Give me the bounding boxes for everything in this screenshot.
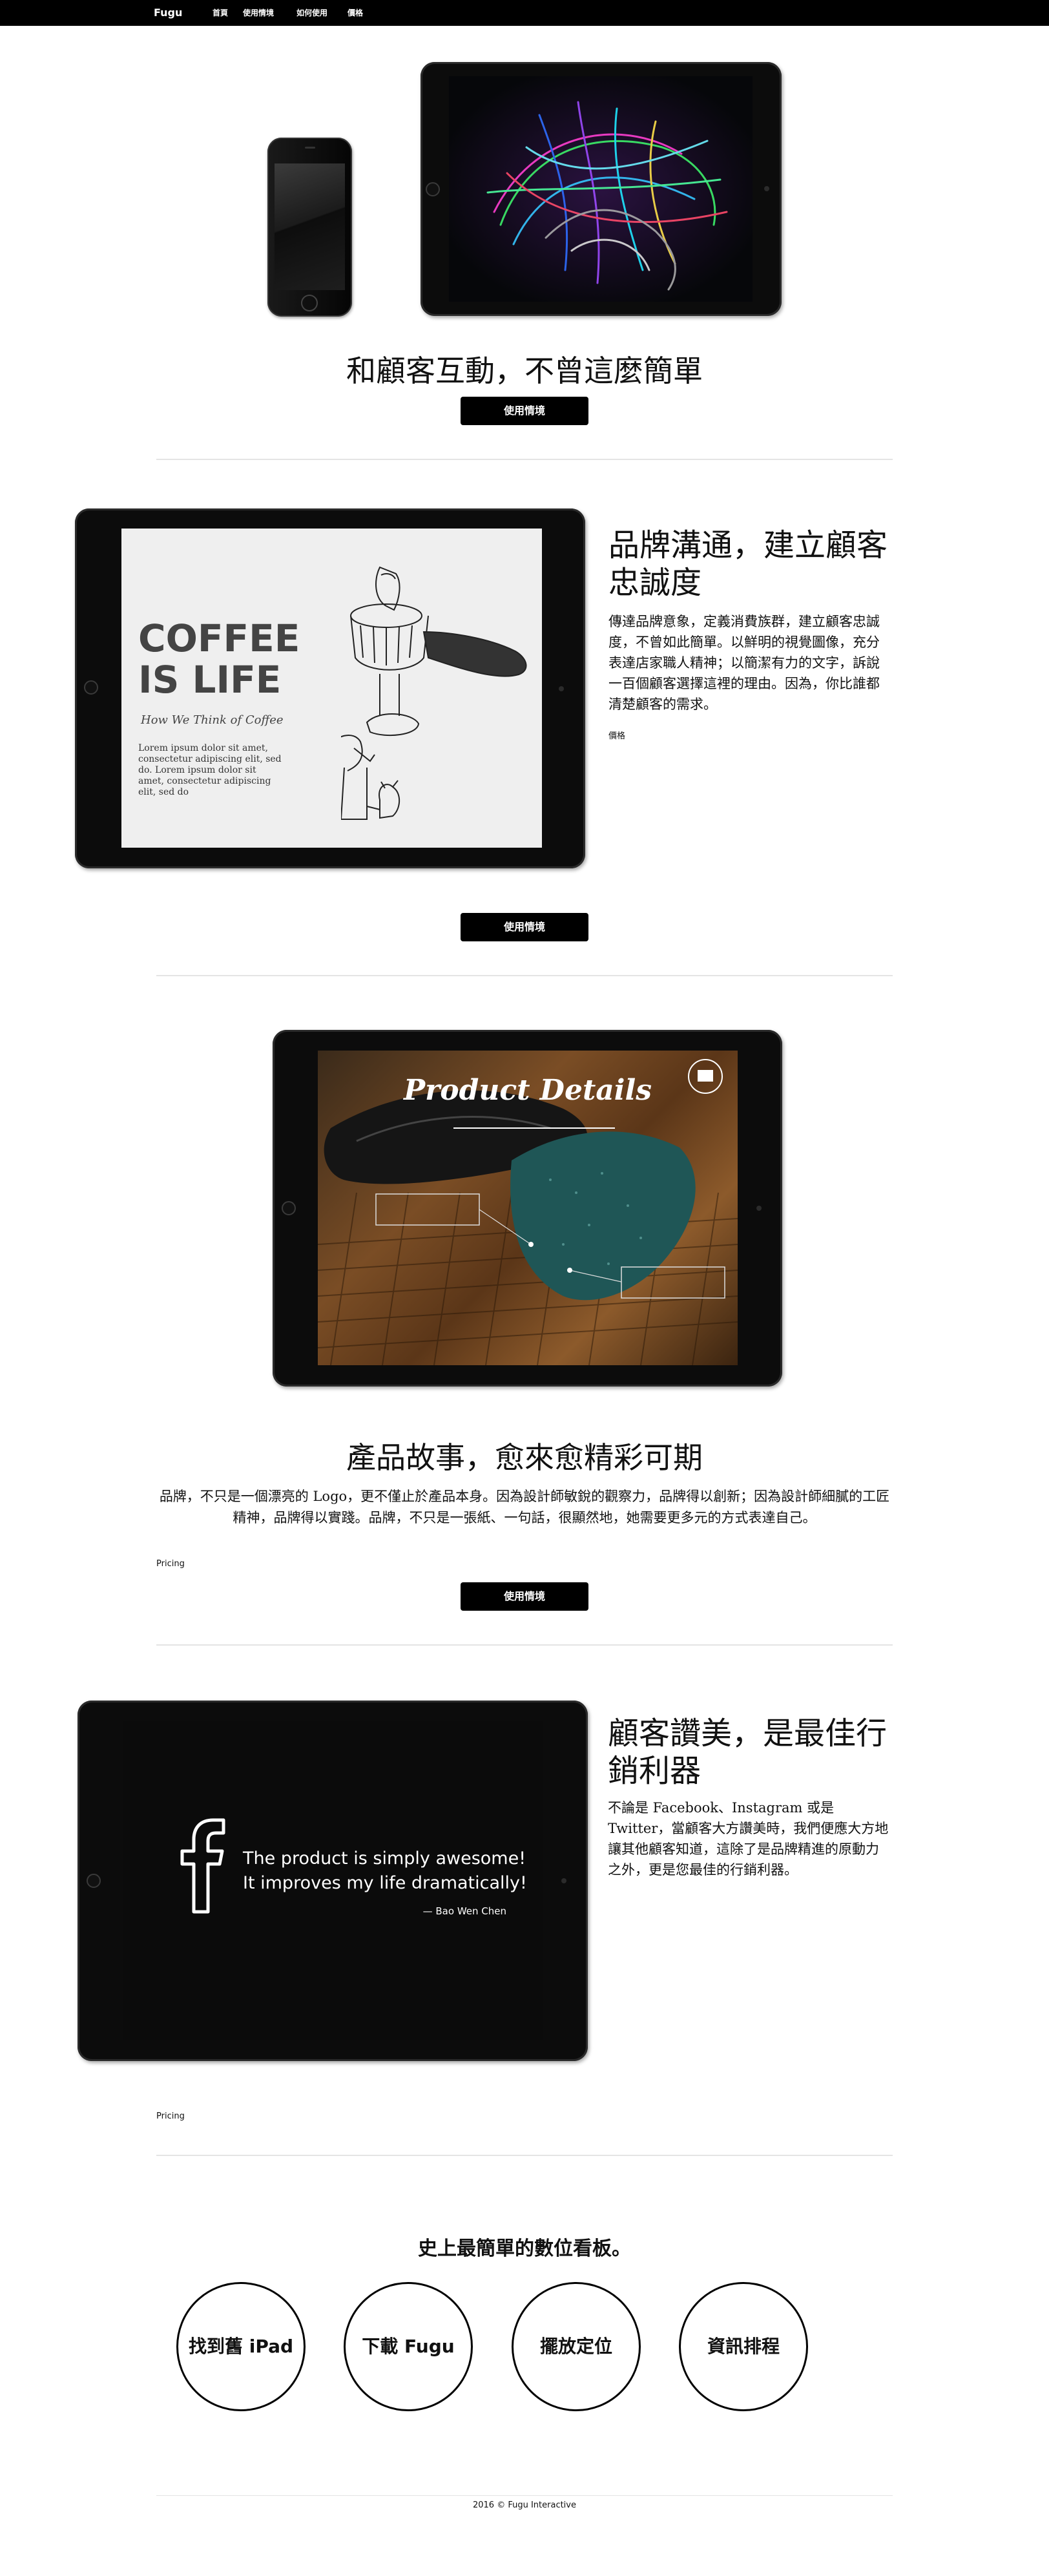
step-label: 找到舊 iPad [188,2336,294,2357]
facebook-icon [180,1818,225,1914]
step-place-position[interactable]: 擺放定位 [512,2282,641,2411]
ipad-camera [561,1878,566,1883]
step-label: 資訊排程 [707,2336,780,2357]
section-divider [156,459,893,460]
footer-text: 2016 © Fugu Interactive [472,2500,576,2510]
quote-line1: The product is simply awesome! [243,1848,526,1869]
step-label: 擺放定位 [539,2336,612,2357]
coffee-title-line1: COFFEE [138,616,300,660]
step-schedule-info[interactable]: 資訊排程 [679,2282,808,2411]
product-ipad: Product Details [273,1030,782,1387]
hero-ipad [421,62,782,316]
quote-author: — Bao Wen Chen [422,1905,506,1917]
step-find-ipad[interactable]: 找到舊 iPad [176,2282,306,2411]
espresso-illustration [341,566,527,820]
footer-divider [156,2495,893,2496]
hero-ipad-screen [449,76,753,302]
brand-scenario-button[interactable]: 使用情境 [461,913,588,941]
nav-link-pricing[interactable]: 價格 [348,7,363,18]
hero-title: 和顧客互動，不曾這麼簡單 [346,353,703,388]
praise-ipad-screen: The product is simply awesome! It improv… [123,1721,543,2040]
ipad-home-button [426,182,440,196]
coffee-subtitle: How We Think of Coffee [141,713,284,727]
section-divider [156,1644,893,1646]
quote-line2: It improves my life dramatically! [243,1873,527,1893]
praise-ipad: The product is simply awesome! It improv… [78,1701,588,2061]
brand-pricing-link[interactable]: 價格 [608,729,625,741]
brain-fiber-art [449,76,753,302]
product-pricing-link[interactable]: Pricing [156,1559,185,1569]
brand-heading: 品牌溝通，建立顧客忠誠度 [608,527,888,601]
steps-heading: 史上最簡單的數位看板。 [418,2237,631,2260]
step-download-fugu[interactable]: 下載 Fugu [344,2282,473,2411]
nav-link-scenarios[interactable]: 使用情境 [243,7,274,18]
hero-iphone [267,138,352,317]
praise-pricing-link[interactable]: Pricing [156,2111,185,2121]
hero-scenario-button[interactable]: 使用情境 [461,397,588,425]
top-nav: Fugu 首頁 使用情境 如何使用 價格 [0,0,1049,26]
ipad-home-button [282,1201,296,1215]
ipad-camera [764,186,769,191]
product-details-title: Product Details [404,1074,652,1107]
praise-heading: 顧客讚美，是最佳行銷利器 [608,1715,888,1789]
product-scenario-button[interactable]: 使用情境 [461,1582,588,1611]
ipad-home-button [84,680,98,695]
phone-screen [275,163,345,290]
praise-body: 不論是 Facebook、Instagram 或是 Twitter，當顧客大方讚… [608,1800,889,1878]
phone-speaker [305,147,315,149]
coffee-ipad: COFFEE IS LIFE How We Think of Coffee Lo… [75,508,585,868]
brand-logo[interactable]: Fugu [154,6,182,19]
section-divider [156,2155,893,2156]
step-label: 下載 Fugu [362,2336,455,2357]
product-ipad-screen: Product Details [318,1051,738,1365]
coffee-lorem: Lorem ipsum dolor sit amet, consectetur … [138,743,282,797]
ipad-camera [756,1206,762,1211]
nav-link-how-to[interactable]: 如何使用 [296,7,327,18]
ipad-home-button [87,1874,101,1888]
product-heading: 產品故事，愈來愈精彩可期 [346,1440,703,1475]
nav-link-home[interactable]: 首頁 [213,7,228,18]
phone-home-button [301,295,318,311]
coffee-title-line2: IS LIFE [138,658,282,702]
brand-body: 傳達品牌意象，定義消費族群，建立顧客忠誠度，不曾如此簡單。以鮮明的視覺圖像，充分… [608,614,880,712]
coffee-ipad-screen: COFFEE IS LIFE How We Think of Coffee Lo… [121,529,542,848]
product-body: 品牌，不只是一個漂亮的 Logo，更不僅止於產品本身。因為設計師敏銳的觀察力，品… [159,1489,890,1525]
section-divider [156,975,893,976]
ipad-camera [559,686,564,691]
